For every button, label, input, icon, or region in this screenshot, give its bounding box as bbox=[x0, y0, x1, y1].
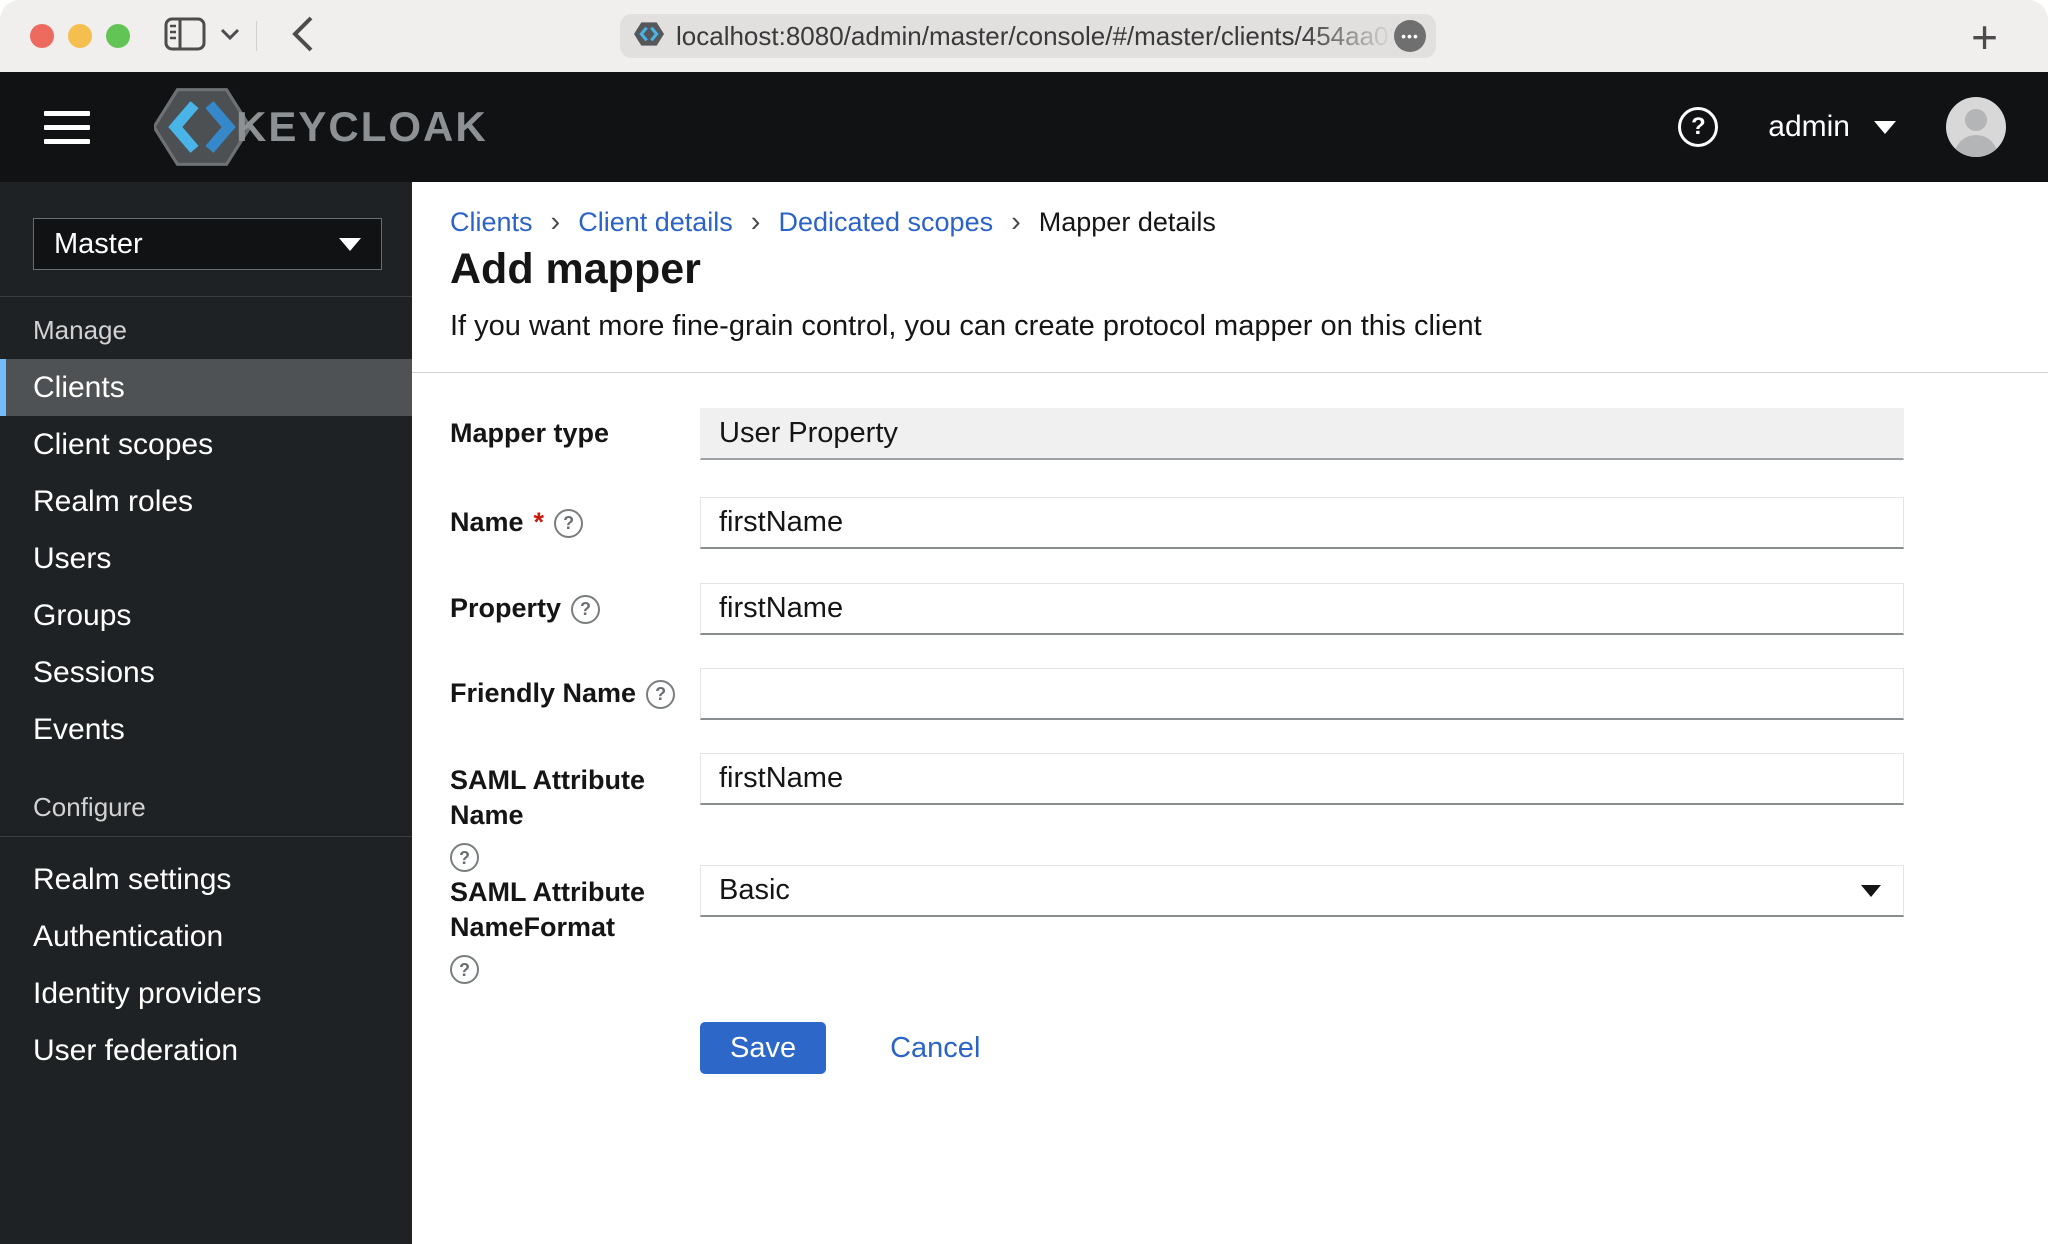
url-options-icon[interactable]: ••• bbox=[1394, 20, 1426, 52]
app-header: KEYCLOAK ? admin bbox=[0, 72, 2048, 182]
address-bar[interactable]: localhost:8080/admin/master/console/#/ma… bbox=[620, 14, 1436, 58]
content-divider bbox=[412, 372, 2048, 373]
sidebar-item-authentication[interactable]: Authentication bbox=[0, 908, 412, 965]
breadcrumb: Clients › Client details › Dedicated sco… bbox=[450, 206, 1216, 239]
user-menu[interactable]: admin bbox=[1768, 110, 1896, 144]
chevron-down-icon bbox=[339, 237, 361, 251]
close-window-button[interactable] bbox=[30, 24, 54, 48]
breadcrumb-separator-icon: › bbox=[750, 206, 761, 238]
url-text: localhost:8080/admin/master/console/#/ma… bbox=[676, 20, 1394, 52]
sidebar-item-user-federation[interactable]: User federation bbox=[0, 1022, 412, 1079]
saml-attribute-nameformat-label: SAML Attribute NameFormat ? bbox=[450, 865, 700, 985]
keycloak-logo: KEYCLOAK bbox=[154, 85, 488, 169]
avatar[interactable] bbox=[1946, 97, 2006, 157]
nav-section-configure: Configure bbox=[33, 792, 146, 822]
name-row: Name * ? bbox=[450, 497, 1904, 549]
saml-attribute-nameformat-help-icon[interactable]: ? bbox=[450, 955, 479, 985]
friendly-name-row: Friendly Name ? bbox=[450, 668, 1904, 720]
property-help-icon[interactable]: ? bbox=[571, 594, 601, 624]
brand-text: KEYCLOAK bbox=[236, 103, 488, 150]
browser-window: localhost:8080/admin/master/console/#/ma… bbox=[0, 0, 2048, 1244]
breadcrumb-client-details[interactable]: Client details bbox=[578, 207, 733, 238]
saml-attribute-nameformat-row: SAML Attribute NameFormat ? Basic bbox=[450, 865, 1904, 985]
sidebar-divider bbox=[0, 836, 412, 837]
minimize-window-button[interactable] bbox=[68, 24, 92, 48]
new-tab-icon[interactable]: + bbox=[1971, 10, 1998, 64]
browser-chrome: localhost:8080/admin/master/console/#/ma… bbox=[0, 0, 2048, 72]
sidebar-menu-chevron-icon[interactable] bbox=[220, 27, 240, 46]
toolbar-divider bbox=[256, 21, 257, 51]
site-favicon bbox=[634, 20, 664, 53]
save-button[interactable]: Save bbox=[700, 1022, 827, 1074]
sidebar-item-clients[interactable]: Clients bbox=[0, 359, 412, 416]
sidebar-item-sessions[interactable]: Sessions bbox=[0, 644, 412, 701]
page-subtitle: If you want more fine-grain control, you… bbox=[450, 310, 1482, 342]
saml-attribute-name-row: SAML Attribute Name ? bbox=[450, 753, 1904, 873]
browser-toolbar bbox=[164, 14, 315, 59]
mapper-type-label: Mapper type bbox=[450, 418, 610, 449]
realm-selector-value: Master bbox=[54, 227, 143, 260]
chevron-down-icon bbox=[1861, 884, 1881, 897]
sidebar-item-identity-providers[interactable]: Identity providers bbox=[0, 965, 412, 1022]
friendly-name-label: Friendly Name ? bbox=[450, 668, 700, 720]
realm-selector[interactable]: Master bbox=[33, 218, 382, 270]
breadcrumb-separator-icon: › bbox=[550, 206, 561, 238]
selected-value: Basic bbox=[719, 874, 790, 906]
add-mapper-form: Mapper type Name * ? bbox=[450, 408, 1904, 1108]
saml-attribute-nameformat-select[interactable]: Basic bbox=[700, 865, 1904, 917]
breadcrumb-clients[interactable]: Clients bbox=[450, 207, 533, 238]
breadcrumb-separator-icon: › bbox=[1011, 206, 1021, 238]
sidebar-item-client-scopes[interactable]: Client scopes bbox=[0, 416, 412, 473]
help-icon[interactable]: ? bbox=[1678, 107, 1719, 147]
property-label: Property ? bbox=[450, 583, 700, 635]
zoom-window-button[interactable] bbox=[106, 24, 130, 48]
property-row: Property ? bbox=[450, 583, 1904, 635]
sidebar-item-realm-settings[interactable]: Realm settings bbox=[0, 851, 412, 908]
nav-section-manage: Manage bbox=[33, 315, 127, 345]
sidebar-item-groups[interactable]: Groups bbox=[0, 587, 412, 644]
sidebar-item-realm-roles[interactable]: Realm roles bbox=[0, 473, 412, 530]
friendly-name-input[interactable] bbox=[700, 668, 1904, 720]
page-body: Master Manage Clients Client scopes Real… bbox=[0, 182, 2048, 1244]
name-help-icon[interactable]: ? bbox=[554, 508, 584, 538]
name-label: Name * ? bbox=[450, 497, 700, 549]
main-content: Clients › Client details › Dedicated sco… bbox=[412, 182, 2048, 1244]
url-fade bbox=[1304, 20, 1394, 52]
mapper-type-row: Mapper type bbox=[450, 408, 1904, 460]
friendly-name-help-icon[interactable]: ? bbox=[646, 679, 676, 709]
breadcrumb-dedicated-scopes[interactable]: Dedicated scopes bbox=[778, 207, 993, 238]
traffic-lights bbox=[30, 24, 130, 48]
back-icon[interactable] bbox=[289, 14, 315, 59]
property-input[interactable] bbox=[700, 583, 1904, 635]
cancel-button[interactable]: Cancel bbox=[890, 1032, 980, 1065]
nav-toggle-icon[interactable] bbox=[44, 110, 90, 144]
page-title: Add mapper bbox=[450, 245, 701, 293]
mapper-type-field[interactable] bbox=[700, 408, 1904, 460]
saml-attribute-name-label: SAML Attribute Name ? bbox=[450, 753, 700, 873]
sidebar-item-events[interactable]: Events bbox=[0, 701, 412, 758]
username-label: admin bbox=[1768, 110, 1850, 143]
required-asterisk: * bbox=[533, 507, 545, 538]
sidebar: Master Manage Clients Client scopes Real… bbox=[0, 182, 412, 1244]
chevron-down-icon bbox=[1874, 120, 1896, 134]
header-right: ? admin bbox=[1678, 97, 2006, 157]
form-actions: Save Cancel bbox=[700, 1022, 980, 1074]
breadcrumb-mapper-details: Mapper details bbox=[1038, 207, 1216, 237]
sidebar-divider bbox=[0, 296, 412, 297]
sidebar-item-users[interactable]: Users bbox=[0, 530, 412, 587]
name-input[interactable] bbox=[700, 497, 1904, 549]
sidebar-toggle-icon[interactable] bbox=[164, 17, 206, 56]
saml-attribute-name-input[interactable] bbox=[700, 753, 1904, 805]
